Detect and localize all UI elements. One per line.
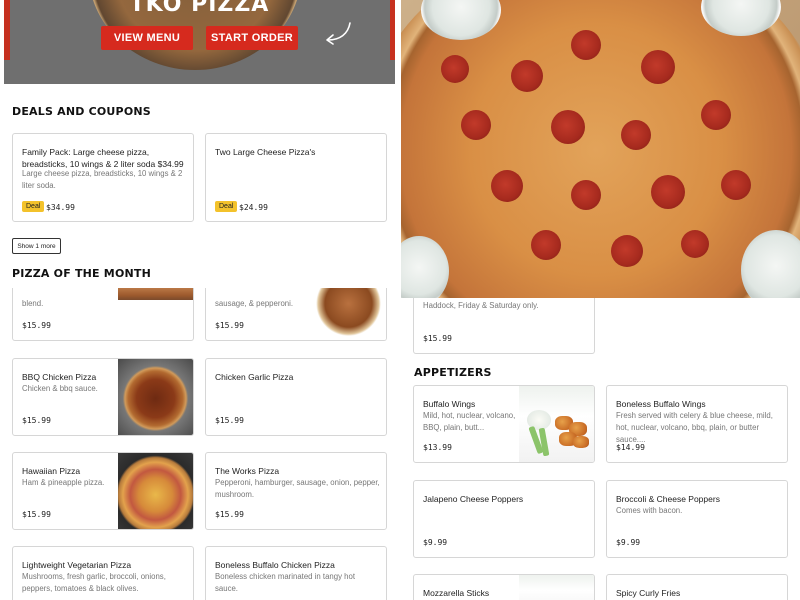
pepperoni [571, 30, 601, 60]
menu-item-title: Boneless Buffalo Wings [616, 399, 706, 409]
deals-heading: DEALS AND COUPONS [12, 105, 151, 118]
menu-item-price: $15.99 [22, 321, 51, 330]
hero-banner: TKO PIZZA VIEW MENU START ORDER [4, 0, 395, 84]
menu-item-title: Spicy Curly Fries [616, 588, 681, 598]
menu-item-price: $9.99 [616, 538, 641, 547]
menu-item-the-works-pizza[interactable]: The Works Pizza Pepperoni, hamburger, sa… [205, 452, 387, 530]
menu-item-title: Broccoli & Cheese Poppers [616, 494, 720, 504]
menu-item-price: $15.99 [22, 416, 51, 425]
menu-item-mozzarella-sticks[interactable]: Mozzarella Sticks [413, 574, 595, 600]
menu-item-title: Lightweight Vegetarian Pizza [22, 560, 132, 570]
menu-item-price: $15.99 [22, 510, 51, 519]
pepperoni [571, 180, 601, 210]
pepperoni [531, 230, 561, 260]
show-more-button[interactable]: Show 1 more [12, 238, 61, 254]
pepperoni-pizza-photo [401, 0, 800, 298]
menu-item-description: Haddock, Friday & Saturday only. [423, 301, 539, 310]
menu-item-buffalo-wings[interactable]: Buffalo Wings Mild, hot, nuclear, volcan… [413, 385, 595, 463]
menu-item-bbq-chicken-pizza[interactable]: BBQ Chicken Pizza Chicken & bbq sauce. $… [12, 358, 194, 436]
wing [573, 436, 589, 448]
menu-item-title: The Works Pizza [215, 466, 280, 476]
menu-item-price: $15.99 [215, 510, 244, 519]
deal-badge: Deal [22, 201, 45, 212]
left-pane: TKO PIZZA VIEW MENU START ORDER DEALS AN… [0, 0, 400, 600]
pizza-photo [118, 288, 193, 300]
menu-item-title: Mozzarella Sticks [423, 588, 490, 598]
menu-item-description: blend. [22, 299, 44, 308]
menu-item-hawaiian-pizza[interactable]: Hawaiian Pizza Ham & pineapple pizza. $1… [12, 452, 194, 530]
deal-badge: Deal [215, 201, 238, 212]
deal-title: Two Large Cheese Pizza's [215, 147, 316, 157]
menu-item-card[interactable]: sausage, & pepperoni. $15.99 [205, 288, 387, 341]
menu-item-title: Hawaiian Pizza [22, 466, 81, 476]
menu-item-boneless-buffalo-chicken-pizza[interactable]: Boneless Buffalo Chicken Pizza Boneless … [205, 546, 387, 600]
pepperoni [441, 55, 469, 83]
menu-item-title: Buffalo Wings [423, 399, 476, 409]
pepperoni [681, 230, 709, 258]
appetizers-heading: APPETIZERS [414, 366, 492, 379]
menu-item-price: $15.99 [215, 321, 244, 330]
menu-item-description: Fresh served with celery & blue cheese, … [616, 411, 773, 444]
pepperoni [511, 60, 543, 92]
menu-item-lightweight-vegetarian-pizza[interactable]: Lightweight Vegetarian Pizza Mushrooms, … [12, 546, 194, 600]
menu-item-title: BBQ Chicken Pizza [22, 372, 97, 382]
pepperoni [651, 175, 685, 209]
menu-item-price: $9.99 [423, 538, 448, 547]
pepperoni [491, 170, 523, 202]
menu-item-description: Pepperoni, hamburger, sausage, onion, pe… [215, 478, 380, 499]
menu-item-chicken-garlic-pizza[interactable]: Chicken Garlic Pizza $15.99 [205, 358, 387, 436]
pepperoni [641, 50, 675, 84]
menu-item-title: Jalapeno Cheese Poppers [423, 494, 524, 504]
pepperoni [611, 235, 643, 267]
pepperoni [701, 100, 731, 130]
deal-price: $24.99 [239, 203, 268, 212]
menu-item-title: Chicken Garlic Pizza [215, 372, 294, 382]
menu-item-title: Boneless Buffalo Chicken Pizza [215, 560, 335, 570]
bbq-pizza-photo [118, 359, 193, 435]
pepperoni [621, 120, 651, 150]
menu-item-description: Ham & pineapple pizza. [22, 478, 105, 487]
menu-item-jalapeno-cheese-poppers[interactable]: Jalapeno Cheese Poppers $9.99 [413, 480, 595, 558]
wings-photo [519, 386, 594, 462]
menu-item-price: $15.99 [423, 334, 452, 343]
deal-card-two-large-cheese[interactable]: Two Large Cheese Pizza's Deal $24.99 [205, 133, 387, 222]
pepperoni [461, 110, 491, 140]
menu-item-price: $15.99 [215, 416, 244, 425]
menu-item-price: $14.99 [616, 443, 645, 452]
deal-title: Family Pack: Large cheese pizza, breadst… [22, 147, 184, 169]
view-menu-button[interactable]: VIEW MENU [101, 26, 193, 50]
menu-item-broccoli-cheese-poppers[interactable]: Broccoli & Cheese Poppers Comes with bac… [606, 480, 788, 558]
menu-item-price: $13.99 [423, 443, 452, 452]
menu-item-description: Mild, hot, nuclear, volcano, BBQ, plain,… [423, 411, 516, 432]
hawaiian-pizza-photo [118, 453, 193, 529]
menu-item-description: Comes with bacon. [616, 506, 683, 515]
deal-price: $34.99 [46, 203, 75, 212]
menu-item-description: Boneless chicken marinated in tangy hot … [215, 572, 355, 593]
restaurant-title: TKO PIZZA [129, 0, 270, 17]
curved-arrow-icon [326, 22, 351, 45]
deal-card-family-pack[interactable]: Family Pack: Large cheese pizza, breadst… [12, 133, 194, 222]
pizza-of-the-month-heading: PIZZA OF THE MONTH [12, 267, 152, 280]
menu-item-description: sausage, & pepperoni. [215, 299, 294, 308]
mozzarella-sticks-photo [519, 575, 594, 600]
menu-item-spicy-curly-fries[interactable]: Spicy Curly Fries [606, 574, 788, 600]
right-pane: Haddock, Friday & Saturday only. $15.99 … [400, 0, 800, 600]
start-order-button[interactable]: START ORDER [206, 26, 298, 50]
menu-item-boneless-buffalo-wings[interactable]: Boneless Buffalo Wings Fresh served with… [606, 385, 788, 463]
pepperoni [721, 170, 751, 200]
pizza-photo [311, 288, 386, 340]
menu-item-description: Chicken & bbq sauce. [22, 384, 98, 393]
deal-description: Large cheese pizza, breadsticks, 10 wing… [22, 169, 183, 190]
pepperoni [551, 110, 585, 144]
menu-item-card[interactable]: blend. $15.99 [12, 288, 194, 341]
menu-item-description: Mushrooms, fresh garlic, broccoli, onion… [22, 572, 166, 593]
